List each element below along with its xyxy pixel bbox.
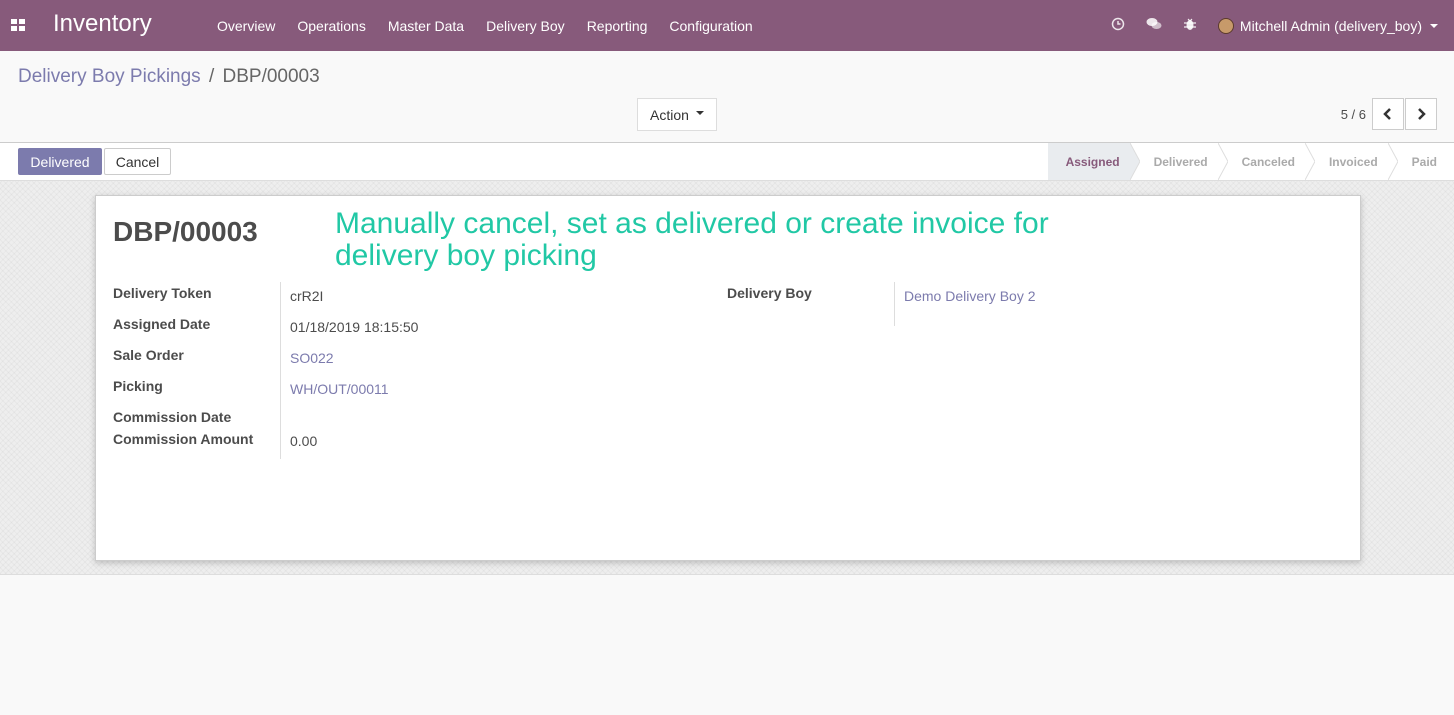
sale-order-link[interactable]: SO022 — [290, 350, 334, 366]
navbar-systray: Mitchell Admin (delivery_boy) — [1100, 0, 1454, 51]
sale-order-label: Sale Order — [113, 347, 184, 363]
chat-icon[interactable] — [1136, 17, 1172, 34]
main-menu: Overview Operations Master Data Delivery… — [206, 0, 764, 51]
action-label: Action — [650, 106, 689, 123]
stage-assigned[interactable]: Assigned — [1047, 143, 1140, 180]
commission-amount-value: 0.00 — [290, 433, 318, 449]
menu-reporting[interactable]: Reporting — [576, 18, 659, 34]
delivery-token-value: crR2I — [290, 288, 324, 304]
cancel-button[interactable]: Cancel — [104, 148, 171, 175]
stage-canceled[interactable]: Canceled — [1217, 143, 1315, 180]
picking-label: Picking — [113, 378, 163, 394]
stage-label: Canceled — [1241, 154, 1295, 169]
form-sheet: DBP/00003 Manually cancel, set as delive… — [95, 195, 1361, 561]
menu-operations[interactable]: Operations — [286, 18, 376, 34]
commission-amount-label: Commission Amount — [113, 431, 254, 447]
right-group-divider — [894, 282, 895, 326]
delivery-boy-label: Delivery Boy — [727, 285, 812, 301]
user-name: Mitchell Admin (delivery_boy) — [1239, 17, 1422, 34]
bug-icon[interactable] — [1172, 17, 1208, 34]
pager-next-button[interactable] — [1405, 98, 1437, 130]
app-brand[interactable]: Inventory — [53, 10, 152, 38]
user-menu[interactable]: Mitchell Admin (delivery_boy) — [1208, 17, 1454, 34]
pager: 5 / 6 — [1341, 98, 1437, 130]
chevron-right-icon — [1418, 108, 1426, 120]
left-group-divider — [280, 282, 281, 459]
chevron-down-icon — [1430, 23, 1438, 28]
breadcrumb-parent[interactable]: Delivery Boy Pickings — [18, 66, 201, 87]
status-stages: Assigned Delivered Canceled Invoiced Pai… — [1047, 143, 1454, 180]
stage-label: Delivered — [1153, 154, 1208, 169]
apps-grid-icon[interactable] — [11, 19, 25, 31]
stage-delivered[interactable]: Delivered — [1129, 143, 1228, 180]
help-annotation: Manually cancel, set as delivered or cre… — [335, 207, 1049, 272]
stage-invoiced[interactable]: Invoiced — [1304, 143, 1398, 180]
action-dropdown-button[interactable]: Action — [637, 98, 717, 131]
breadcrumb-separator: / — [208, 66, 215, 87]
menu-delivery-boy[interactable]: Delivery Boy — [475, 18, 576, 34]
breadcrumb: Delivery Boy Pickings / DBP/00003 — [18, 66, 320, 88]
stage-arrow — [1304, 143, 1315, 180]
stage-arrow — [1129, 143, 1140, 180]
menu-master-data[interactable]: Master Data — [377, 18, 475, 34]
stage-arrow — [1387, 143, 1398, 180]
caret-down-icon — [695, 111, 704, 115]
stage-arrow — [1217, 143, 1228, 180]
clock-icon[interactable] — [1100, 17, 1136, 34]
breadcrumb-current: DBP/00003 — [222, 66, 320, 87]
stage-label: Assigned — [1065, 154, 1120, 169]
stage-label: Paid — [1411, 154, 1437, 169]
pager-previous-button[interactable] — [1372, 98, 1404, 130]
assigned-date-value: 01/18/2019 18:15:50 — [290, 319, 419, 335]
pager-value[interactable]: 5 / 6 — [1341, 107, 1366, 122]
menu-configuration[interactable]: Configuration — [658, 18, 763, 34]
delivery-token-label: Delivery Token — [113, 285, 212, 301]
menu-overview[interactable]: Overview — [206, 18, 286, 34]
chevron-left-icon — [1383, 108, 1391, 120]
page-bottom — [0, 576, 1454, 715]
delivered-button[interactable]: Delivered — [18, 148, 102, 175]
form-statusbar: Delivered Cancel Assigned Delivered Canc… — [0, 143, 1454, 181]
picking-link[interactable]: WH/OUT/00011 — [290, 381, 389, 397]
assigned-date-label: Assigned Date — [113, 316, 211, 332]
delivery-boy-link[interactable]: Demo Delivery Boy 2 — [904, 288, 1036, 304]
record-title: DBP/00003 — [113, 216, 258, 247]
control-panel: Delivery Boy Pickings / DBP/00003 Action… — [0, 51, 1454, 143]
user-avatar — [1217, 17, 1234, 34]
commission-date-label: Commission Date — [113, 409, 232, 425]
stage-label: Invoiced — [1328, 154, 1378, 169]
top-navbar: Inventory Overview Operations Master Dat… — [0, 0, 1454, 51]
